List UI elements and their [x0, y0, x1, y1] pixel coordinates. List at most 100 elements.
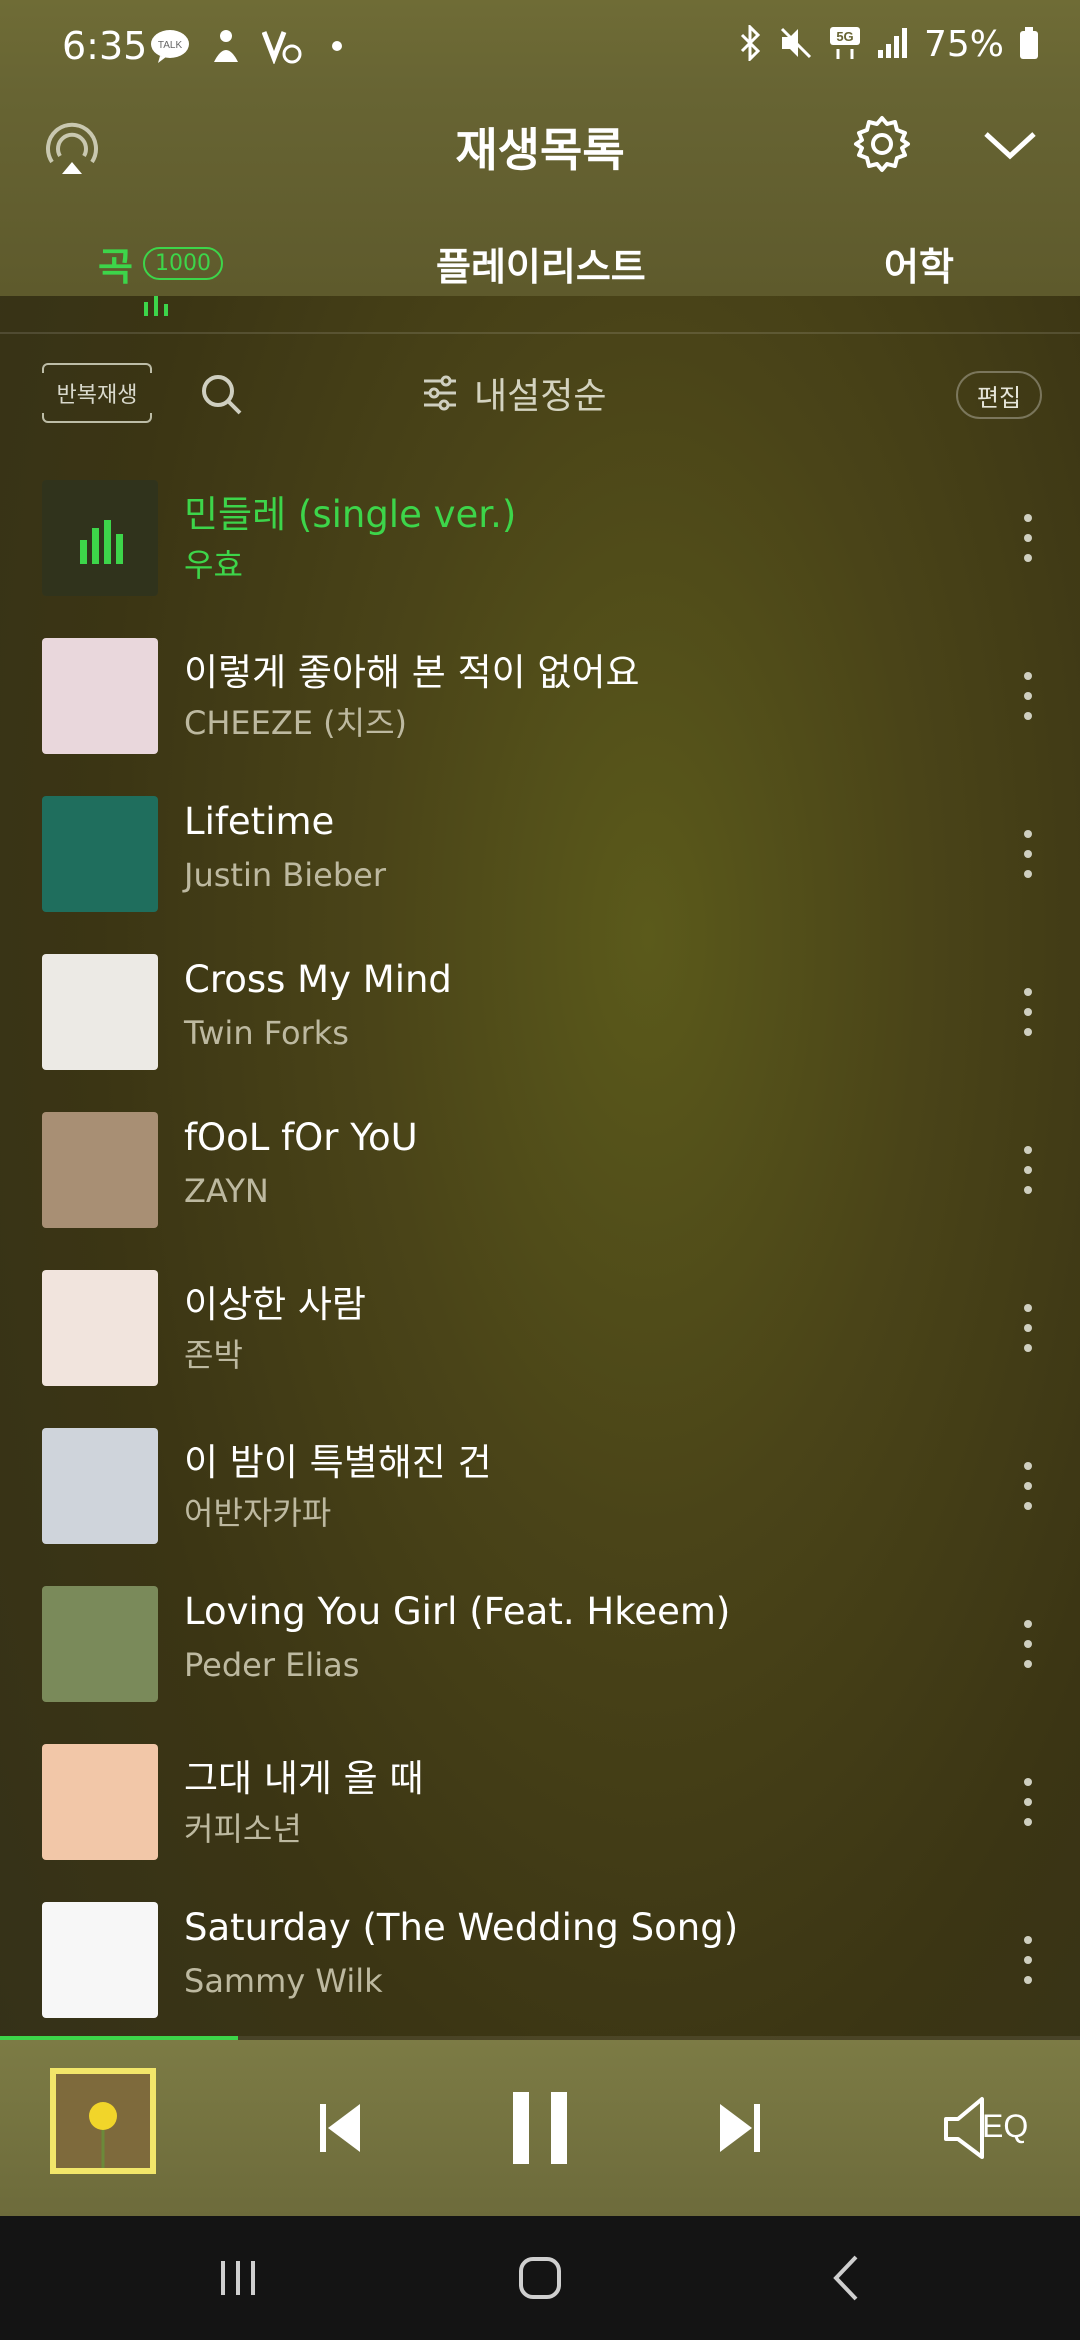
more-options-button[interactable] — [1016, 1772, 1040, 1832]
song-artist: 존박 — [184, 1336, 243, 1374]
profile-notification-icon — [206, 26, 246, 66]
song-title: 이 밤이 특별해진 건 — [184, 1441, 492, 1484]
album-art[interactable] — [42, 480, 158, 596]
now-playing-eq-icon — [144, 296, 178, 316]
song-artist: 우효 — [184, 546, 243, 584]
tab-language[interactable]: 어학 — [884, 236, 954, 291]
edit-button[interactable]: 편집 — [956, 371, 1042, 419]
eq-button[interactable]: EQ — [940, 2088, 1040, 2168]
search-button[interactable] — [196, 369, 248, 421]
network-5g-icon: 5G — [828, 25, 862, 65]
svg-text:5G: 5G — [836, 29, 853, 44]
svg-text:TALK: TALK — [158, 40, 183, 51]
song-artist: 어반자카파 — [184, 1494, 332, 1532]
song-row[interactable]: 이상한 사람존박 — [0, 1258, 1080, 1416]
song-row[interactable]: 민들레 (single ver.) 우효 — [0, 468, 1080, 626]
status-system-icons: 5G 75% — [736, 22, 1040, 65]
song-artist: Justin Bieber — [184, 856, 386, 894]
song-artist: Twin Forks — [184, 1014, 349, 1052]
song-artist: 커피소년 — [184, 1810, 302, 1848]
song-artist: Sammy Wilk — [184, 1962, 383, 2000]
song-row[interactable]: fOoL fOr YoU ZAYN — [0, 1100, 1080, 1258]
song-row[interactable]: 그대 내게 올 때 커피소년 — [0, 1732, 1080, 1890]
more-options-button[interactable] — [1016, 1298, 1040, 1358]
sliders-icon — [424, 375, 456, 411]
song-list: 민들레 (single ver.) 우효이렇게 좋아해 본 적이 없어요 CHEEZ… — [0, 468, 1080, 2048]
pause-icon — [513, 2092, 567, 2164]
more-options-button[interactable] — [1016, 1614, 1040, 1674]
tab-playlists[interactable]: 플레이리스트 — [436, 236, 646, 291]
song-count-badge: 1000 — [142, 247, 223, 280]
song-row[interactable]: Saturday (The Wedding Song) Sammy Wilk — [0, 1890, 1080, 2048]
song-row[interactable]: 이 밤이 특별해진 건어반자카파 — [0, 1416, 1080, 1574]
more-options-button[interactable] — [1016, 824, 1040, 884]
status-notification-icons: TALK — [150, 26, 342, 66]
tab-songs[interactable]: 곡 1000 — [98, 236, 223, 291]
album-art[interactable] — [42, 954, 158, 1070]
status-bar: 6:35 TALK 5G 75% — [0, 0, 1080, 96]
album-art[interactable] — [42, 1586, 158, 1702]
song-row[interactable]: 이렇게 좋아해 본 적이 없어요 CHEEZE (치즈) — [0, 626, 1080, 784]
playing-eq-icon — [42, 480, 158, 596]
eq-label: EQ — [982, 2108, 1029, 2144]
tab-divider — [0, 332, 1080, 334]
song-title: Loving You Girl (Feat. Hkeem) — [184, 1590, 731, 1633]
dandelion-art — [56, 2074, 150, 2168]
settings-button[interactable] — [846, 108, 918, 180]
sort-button[interactable]: 내설정순 — [420, 367, 606, 419]
album-art[interactable] — [42, 1112, 158, 1228]
album-art[interactable] — [42, 1744, 158, 1860]
chevron-down-icon — [984, 132, 1036, 160]
back-button[interactable] — [816, 2248, 876, 2308]
recents-button[interactable] — [208, 2248, 268, 2308]
album-art[interactable] — [42, 1270, 158, 1386]
song-row[interactable]: Lifetime Justin Bieber — [0, 784, 1080, 942]
song-title: 민들레 (single ver.) — [184, 493, 517, 536]
song-title: Saturday (The Wedding Song) — [184, 1906, 739, 1949]
collapse-button[interactable] — [974, 108, 1046, 180]
gear-icon — [854, 116, 910, 172]
battery-percent: 75% — [923, 24, 1004, 65]
playlist-header: 재생목록 곡 1000 플레이리스트 어학 — [0, 96, 1080, 316]
battery-icon — [1018, 25, 1040, 65]
song-artist: Peder Elias — [184, 1646, 360, 1684]
song-row[interactable]: Loving You Girl (Feat. Hkeem) Peder Elias — [0, 1574, 1080, 1732]
album-art[interactable] — [42, 1902, 158, 2018]
more-options-button[interactable] — [1016, 982, 1040, 1042]
kakaotalk-icon: TALK — [150, 26, 190, 66]
song-title: Lifetime — [184, 800, 335, 843]
sort-label: 내설정순 — [474, 376, 607, 417]
pause-button[interactable] — [500, 2088, 580, 2168]
next-button[interactable] — [700, 2088, 780, 2168]
song-artist: CHEEZE (치즈) — [184, 704, 408, 742]
album-art[interactable] — [42, 1428, 158, 1544]
album-art[interactable] — [42, 638, 158, 754]
now-playing-album-art[interactable] — [50, 2068, 156, 2174]
more-options-button[interactable] — [1016, 508, 1040, 568]
song-title: fOoL fOr YoU — [184, 1116, 418, 1159]
system-nav-bar — [0, 2216, 1080, 2340]
home-button[interactable] — [510, 2248, 570, 2308]
page-title: 재생목록 — [455, 123, 625, 177]
home-icon — [519, 2257, 561, 2299]
more-options-button[interactable] — [1016, 1930, 1040, 1990]
song-title: 이렇게 좋아해 본 적이 없어요 — [184, 651, 640, 694]
tab-playlists-label: 플레이리스트 — [436, 245, 646, 289]
search-icon — [202, 375, 242, 415]
album-art[interactable] — [42, 796, 158, 912]
previous-button[interactable] — [300, 2088, 380, 2168]
more-options-button[interactable] — [1016, 666, 1040, 726]
song-artist: ZAYN — [184, 1172, 269, 1210]
mini-player: EQ — [0, 2040, 1080, 2216]
song-row[interactable]: Cross My Mind Twin Forks — [0, 942, 1080, 1100]
tab-language-label: 어학 — [884, 245, 954, 289]
recents-icon — [221, 2261, 255, 2295]
status-time: 6:35 — [62, 24, 148, 68]
more-notifications-dot — [332, 41, 342, 51]
repeat-button[interactable]: 반복재생 — [42, 363, 152, 423]
v-notification-icon — [262, 26, 302, 66]
song-title: 이상한 사람 — [184, 1283, 366, 1326]
more-options-button[interactable] — [1016, 1456, 1040, 1516]
more-options-button[interactable] — [1016, 1140, 1040, 1200]
list-toolbar: 반복재생 내설정순 편집 — [0, 355, 1080, 435]
